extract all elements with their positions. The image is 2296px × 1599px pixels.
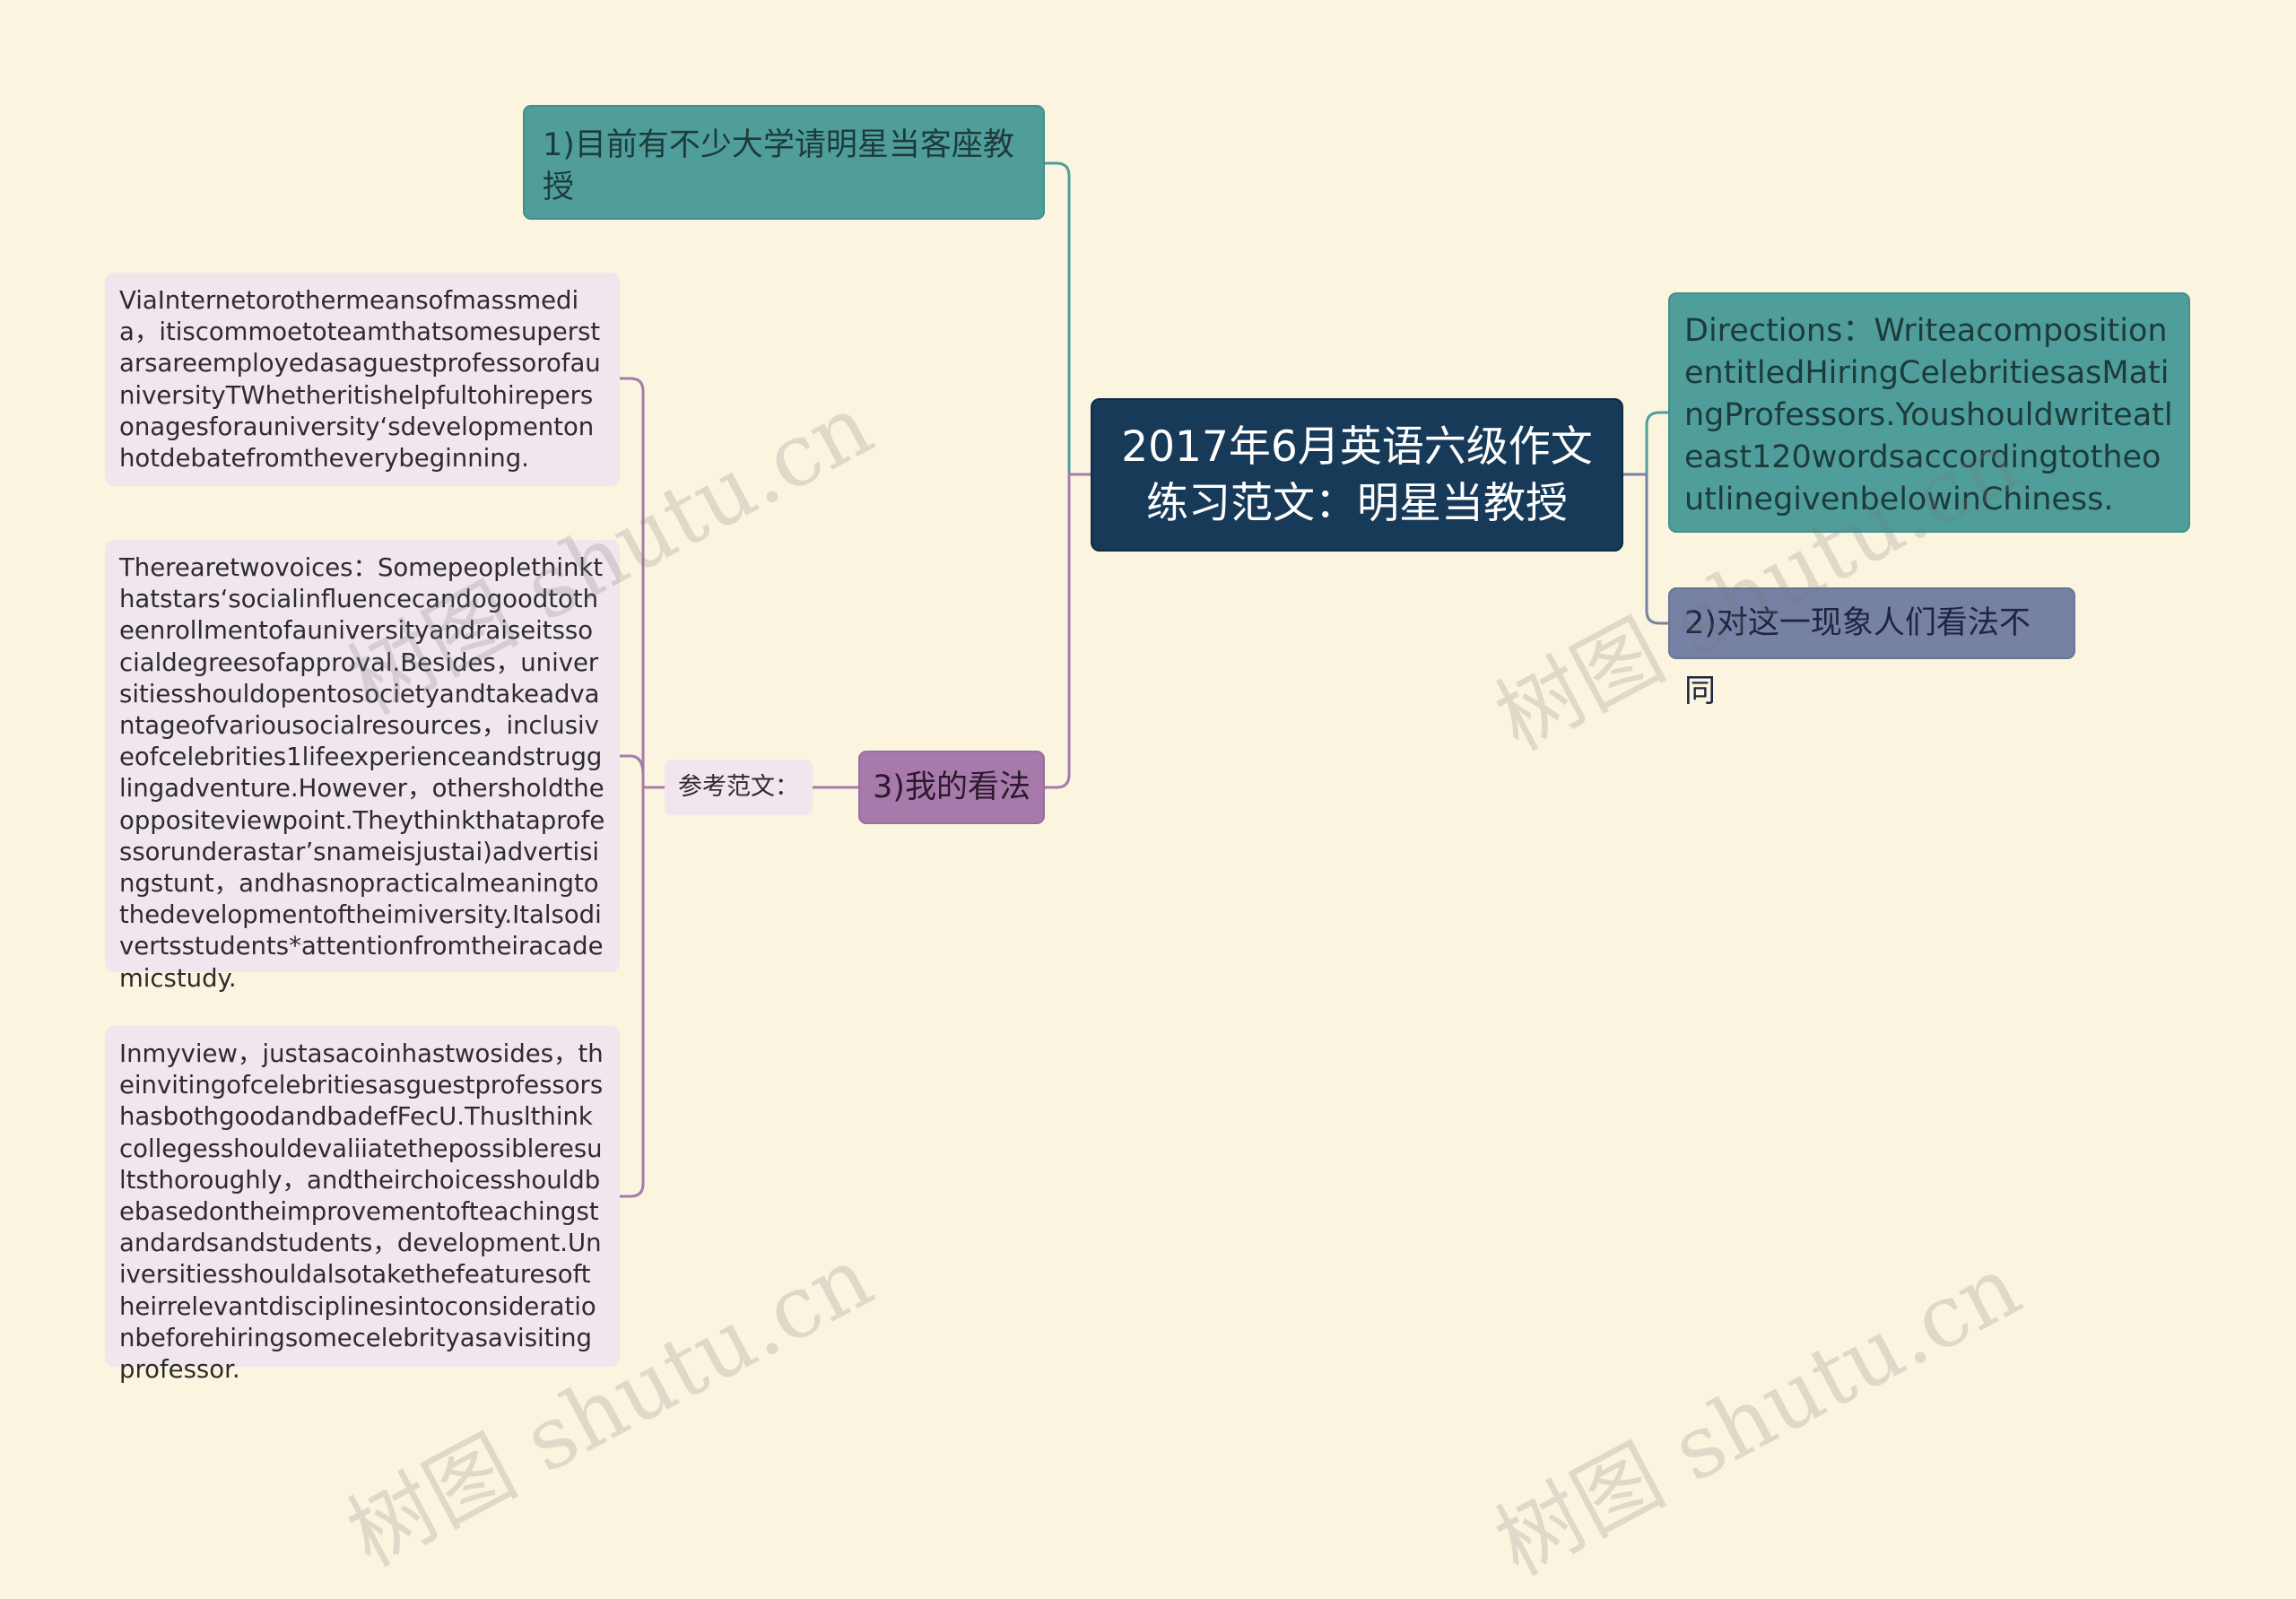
central-topic[interactable]: 2017年6月英语六级作文练习范文：明星当教授 xyxy=(1091,398,1623,552)
paragraph-3-text: Inmyview，justasacoinhastwosides，theinvit… xyxy=(119,1039,604,1385)
paragraph-1-text: ViaInternetorothermeansofmassmedia，itisc… xyxy=(119,286,601,474)
sample-essay-label: 参考范文： xyxy=(678,773,799,801)
essay-paragraph-3[interactable]: Inmyview，justasacoinhastwosides，theinvit… xyxy=(105,1026,620,1384)
paragraph-2-text: Therearetwovoices：Somepeoplethinkthatsta… xyxy=(119,553,605,993)
connector-central-directions xyxy=(1623,411,1668,476)
connector-central-topic3 xyxy=(1045,473,1091,789)
connector-central-topic2 xyxy=(1623,473,1668,625)
central-topic-label: 2017年6月英语六级作文练习范文：明星当教授 xyxy=(1121,421,1593,528)
directions-node[interactable]: Directions：WriteacompositionentitledHiri… xyxy=(1668,292,2190,533)
essay-paragraph-1[interactable]: ViaInternetorothermeansofmassmedia，itisc… xyxy=(105,273,620,486)
topic-node-2[interactable]: 2)对这一现象人们看法不同 xyxy=(1668,587,2075,709)
topic-node-1[interactable]: 1)目前有不少大学请明星当客座教授 xyxy=(523,105,1045,220)
topic-3-label: 3)我的看法 xyxy=(873,769,1031,805)
directions-label: Directions：WriteacompositionentitledHiri… xyxy=(1684,313,2173,517)
topic-1-label: 1)目前有不少大学请明星当客座教授 xyxy=(543,127,1014,205)
sample-essay-node[interactable]: 参考范文： xyxy=(665,760,813,815)
connector-central-topic1 xyxy=(1045,161,1091,476)
topic-node-3[interactable]: 3)我的看法 xyxy=(858,751,1045,824)
connector-sample-leaves xyxy=(620,377,665,1198)
essay-paragraph-2[interactable]: Therearetwovoices：Somepeoplethinkthatsta… xyxy=(105,540,620,993)
